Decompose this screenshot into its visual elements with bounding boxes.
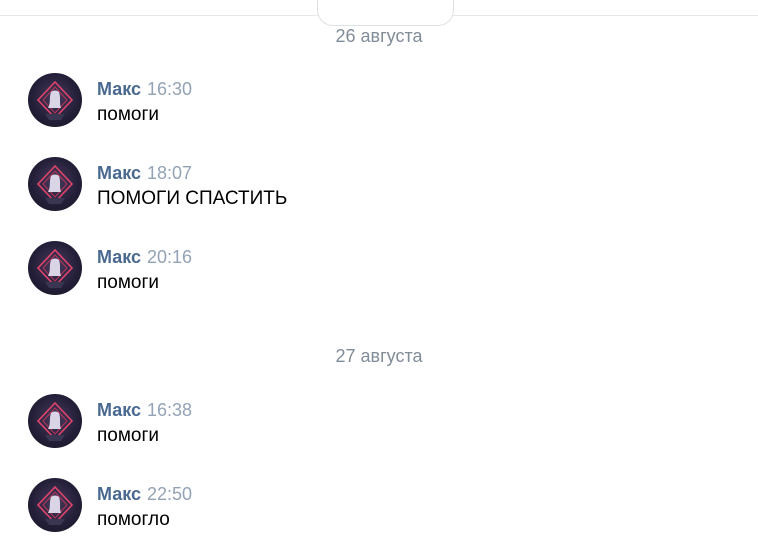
message-meta: Макс 18:07 bbox=[97, 162, 192, 184]
date-separator: 26 августа bbox=[335, 26, 423, 46]
message-meta: Макс 16:30 bbox=[97, 78, 192, 100]
user-avatar-icon[interactable] bbox=[28, 73, 82, 127]
user-avatar-icon[interactable] bbox=[28, 241, 82, 295]
user-avatar-icon[interactable] bbox=[28, 478, 82, 532]
message-text: помоги bbox=[97, 272, 160, 293]
author-name[interactable]: Макс bbox=[97, 163, 141, 183]
user-avatar-icon[interactable] bbox=[28, 394, 82, 448]
message-meta: Макс 20:16 bbox=[97, 246, 192, 268]
author-name[interactable]: Макс bbox=[97, 247, 141, 267]
message-time[interactable]: 20:16 bbox=[147, 247, 192, 267]
message-row[interactable]: Макс 18:07 ПОМОГИ СПАСТИТЬ bbox=[28, 157, 728, 213]
author-name[interactable]: Макс bbox=[97, 400, 141, 420]
message-meta: Макс 22:50 bbox=[97, 483, 192, 505]
chat-history: 26 августа Макс 16:30 помоги Макс 18:07 bbox=[0, 0, 758, 556]
message-row[interactable]: Макс 20:16 помоги bbox=[28, 241, 728, 297]
author-name[interactable]: Макс bbox=[97, 79, 141, 99]
floating-date-pill[interactable] bbox=[317, 0, 454, 26]
date-separator: 27 августа bbox=[335, 346, 423, 366]
message-text: помогло bbox=[97, 509, 170, 530]
message-text: ПОМОГИ СПАСТИТЬ bbox=[97, 188, 288, 209]
message-text: помоги bbox=[97, 425, 160, 446]
message-row[interactable]: Макс 22:50 помогло bbox=[28, 478, 728, 534]
message-time[interactable]: 16:30 bbox=[147, 79, 192, 99]
message-text: помоги bbox=[97, 104, 160, 125]
message-meta: Макс 16:38 bbox=[97, 399, 192, 421]
author-name[interactable]: Макс bbox=[97, 484, 141, 504]
message-row[interactable]: Макс 16:30 помоги bbox=[28, 73, 728, 129]
message-time[interactable]: 22:50 bbox=[147, 484, 192, 504]
user-avatar-icon[interactable] bbox=[28, 157, 82, 211]
message-time[interactable]: 18:07 bbox=[147, 163, 192, 183]
message-row[interactable]: Макс 16:38 помоги bbox=[28, 394, 728, 450]
message-time[interactable]: 16:38 bbox=[147, 400, 192, 420]
